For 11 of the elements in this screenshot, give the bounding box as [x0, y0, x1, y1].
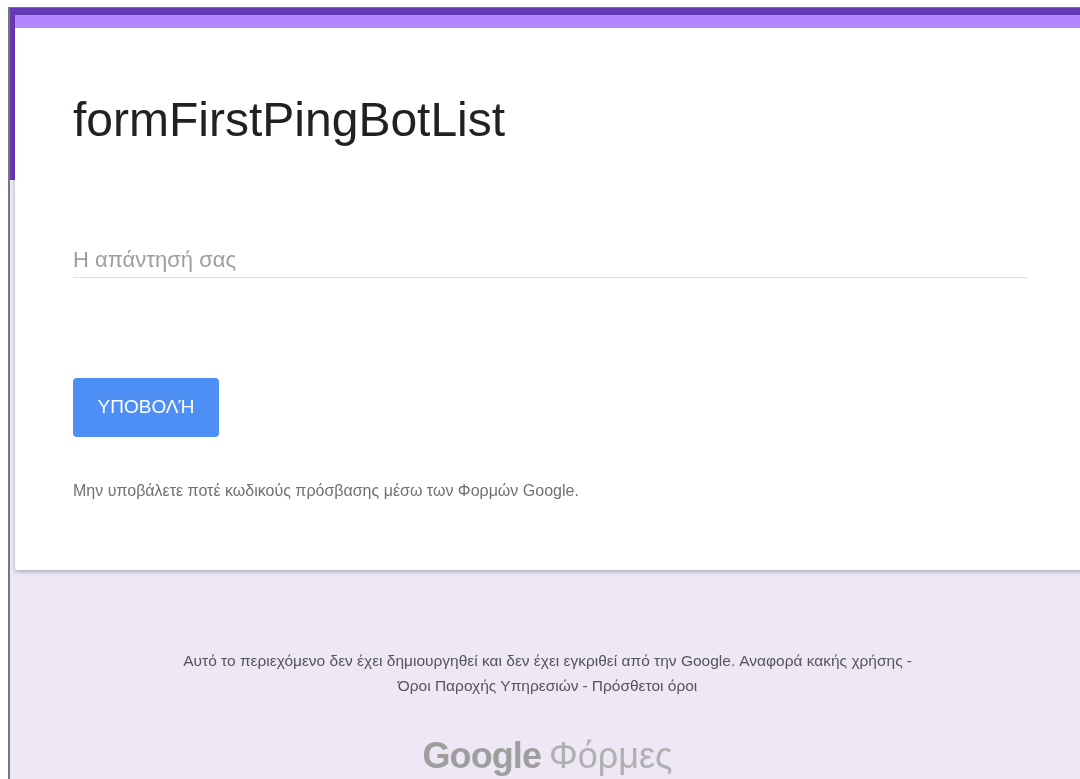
separator-text: -	[582, 676, 588, 696]
footer-link[interactable]: Αναφορά κακής χρήσης	[739, 648, 903, 673]
footer-notice: Αυτό το περιεχόμενο δεν έχει δημιουργηθεί και δεν έχει εγκριθεί από την Google.	[183, 651, 736, 671]
logo-product: Φόρμες	[549, 736, 673, 776]
footer-link[interactable]: Πρόσθετοι όροι	[591, 673, 698, 698]
answer-field[interactable]: Η απάντησή σας	[73, 242, 1027, 278]
password-warning: Μην υποβάλετε ποτέ κωδικούς πρόσβασης μέσω των Φορμών Google.	[73, 481, 579, 501]
logo-brand: Google	[422, 736, 542, 776]
separator-text: -	[906, 651, 912, 671]
footer-link[interactable]: Όροι Παροχής Υπηρεσιών	[397, 673, 579, 698]
form-title: formFirstPingBotList	[73, 92, 506, 148]
